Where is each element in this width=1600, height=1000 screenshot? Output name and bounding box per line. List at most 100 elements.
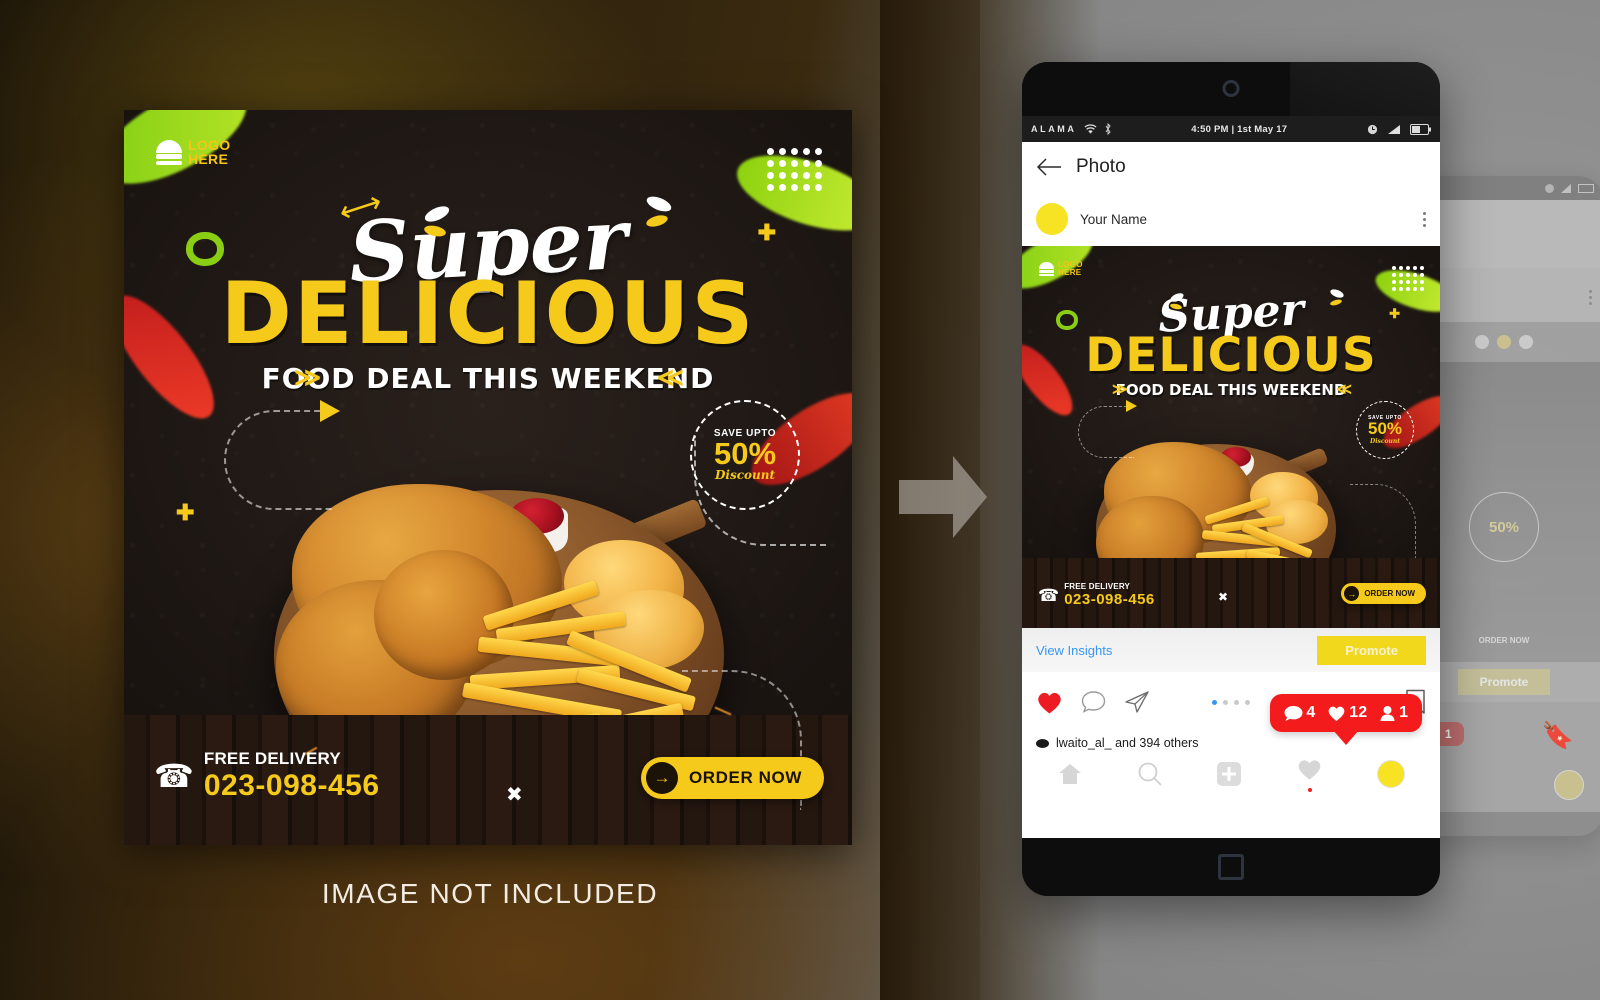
home-icon[interactable] bbox=[1057, 762, 1083, 786]
phone-screen: ALAMA 4:50 PM | 1st May 17 Photo Your Na… bbox=[1022, 116, 1440, 838]
followers-stat: 1 bbox=[1379, 704, 1408, 722]
order-now-label: ORDER NOW bbox=[1364, 589, 1415, 598]
promote-button[interactable]: Promote bbox=[1317, 635, 1426, 665]
status-bar: ALAMA 4:50 PM | 1st May 17 bbox=[1022, 116, 1440, 142]
ghost-profile-avatar bbox=[1554, 770, 1584, 800]
post-actions-row: 4 12 1 bbox=[1022, 672, 1440, 745]
plus-decor: ✚ bbox=[176, 500, 195, 525]
followers-count: 1 bbox=[1399, 704, 1408, 721]
sparkle-decor: ✖ bbox=[1218, 590, 1229, 604]
carrier-label: ALAMA bbox=[1031, 124, 1077, 134]
comments-count: 4 bbox=[1306, 704, 1316, 721]
dash-decor-left: ≫ bbox=[1112, 381, 1128, 398]
swirl-dash-decor bbox=[1078, 406, 1134, 458]
plus-decor: ✚ bbox=[1389, 306, 1400, 321]
ghost-order-now-button: ORDER NOW bbox=[1464, 631, 1544, 650]
swirl-dash-decor bbox=[1350, 484, 1416, 558]
free-delivery-label: FREE DELIVERY bbox=[1064, 582, 1131, 591]
plus-decor: ✚ bbox=[757, 220, 776, 245]
heart-filled-icon[interactable] bbox=[1036, 690, 1063, 715]
sparkle-decor: ✖ bbox=[506, 784, 523, 806]
burger-icon bbox=[1039, 262, 1054, 277]
send-paper-plane-icon[interactable] bbox=[1124, 690, 1150, 714]
poster-artwork-small[interactable]: LOGO HERE Super DELICIOUS FOOD DEAL THIS… bbox=[1022, 246, 1440, 628]
liked-by-caption: lwaito_al_ and 394 others bbox=[1022, 732, 1440, 750]
activity-unread-dot bbox=[1307, 787, 1312, 792]
dash-decor-left: ≫ bbox=[294, 362, 322, 392]
carousel-dots bbox=[1212, 699, 1250, 705]
ghost-alarm-icon bbox=[1545, 183, 1554, 193]
comment-bubble-icon[interactable] bbox=[1081, 690, 1106, 714]
order-now-button-small[interactable]: → ORDER NOW bbox=[1341, 583, 1426, 604]
swirl-dash-decor bbox=[224, 410, 334, 510]
page-title: Photo bbox=[1076, 156, 1126, 177]
engagement-notification-badge: 4 12 1 bbox=[1270, 694, 1422, 745]
liked-by-text: lwaito_al_ and 394 others bbox=[1056, 736, 1199, 750]
splash-decor-right bbox=[1329, 287, 1345, 307]
search-icon[interactable] bbox=[1137, 761, 1163, 787]
poster-logo: LOGO HERE bbox=[156, 138, 230, 167]
arrow-right-icon: → bbox=[645, 762, 678, 794]
poster-headline-main-small: DELICIOUS bbox=[1085, 328, 1377, 383]
ghost-battery-icon bbox=[1578, 183, 1594, 193]
free-delivery-number: 023-098-456 bbox=[203, 769, 380, 802]
transition-arrow bbox=[899, 456, 987, 538]
view-insights-link[interactable]: View Insights bbox=[1036, 643, 1112, 658]
avatar[interactable] bbox=[1036, 203, 1068, 235]
facebook-icon bbox=[1475, 335, 1489, 349]
order-now-label: ORDER NOW bbox=[688, 768, 802, 787]
ghost-bookmark-icon: 🔖 bbox=[1541, 720, 1574, 750]
app-bar: Photo bbox=[1022, 142, 1440, 192]
ghost-discount-badge: 50% bbox=[1469, 492, 1539, 562]
comments-stat: 4 bbox=[1284, 704, 1315, 722]
whatsapp-icon bbox=[1519, 335, 1533, 349]
signal-bars-icon bbox=[1388, 124, 1400, 134]
kebab-menu-icon[interactable] bbox=[1423, 211, 1426, 227]
logo-line-1: LOGO bbox=[188, 137, 231, 153]
liker-avatar-icon bbox=[1036, 738, 1049, 748]
poster-subheadline-small: FOOD DEAL THIS WEEKEND bbox=[1115, 381, 1347, 399]
back-arrow-icon[interactable] bbox=[1036, 158, 1062, 176]
notification-pointer bbox=[1333, 730, 1360, 745]
likes-count: 12 bbox=[1349, 704, 1368, 721]
phone-ringing-icon: ☎ bbox=[1038, 585, 1060, 605]
burger-icon bbox=[156, 139, 182, 165]
poster-subheadline: FOOD DEAL THIS WEEKEND bbox=[261, 362, 715, 395]
arrow-right-icon: → bbox=[1344, 586, 1360, 601]
logo-line-2: HERE bbox=[1058, 268, 1082, 278]
heart-outline-icon bbox=[1298, 759, 1321, 779]
dash-decor-right: ≪ bbox=[1336, 381, 1352, 398]
post-header: Your Name bbox=[1022, 192, 1440, 246]
triangle-arrow-decor bbox=[1126, 400, 1137, 412]
person-icon bbox=[1380, 705, 1395, 721]
poster-headline-main: DELICIOUS bbox=[220, 264, 756, 364]
image-not-included-caption: IMAGE NOT INCLUDED bbox=[321, 878, 659, 909]
user-name: Your Name bbox=[1080, 211, 1148, 227]
phone-mockup: ALAMA 4:50 PM | 1st May 17 Photo Your Na… bbox=[1022, 62, 1440, 896]
wifi-icon bbox=[1084, 124, 1096, 134]
bottom-navigation bbox=[1022, 750, 1440, 798]
splash-decor-right bbox=[644, 193, 674, 229]
comment-bubble-icon bbox=[1284, 705, 1303, 721]
ghost-promote-button: Promote bbox=[1457, 669, 1551, 695]
phone-ringing-icon: ☎ bbox=[154, 758, 194, 794]
bluetooth-icon bbox=[1105, 123, 1111, 135]
activity-nav-item[interactable] bbox=[1296, 757, 1323, 792]
discount-badge-small: SAVE UPTO 50% Discount bbox=[1356, 401, 1414, 459]
likes-stat: 12 bbox=[1327, 704, 1367, 722]
triangle-arrow-decor bbox=[320, 400, 340, 422]
profile-avatar-icon[interactable] bbox=[1377, 760, 1406, 788]
free-delivery-number: 023-098-456 bbox=[1064, 591, 1155, 608]
ghost-kebab-icon bbox=[1589, 290, 1592, 305]
logo-line-2: HERE bbox=[188, 151, 229, 168]
phone-bottom-bezel bbox=[1022, 838, 1440, 896]
square-home-button-icon[interactable] bbox=[1218, 854, 1244, 880]
dash-decor-right: ≪ bbox=[656, 362, 684, 392]
poster-artwork-large: LOGO HERE ⟷ Super DELICIOUS FOOD DEAL TH… bbox=[124, 110, 852, 845]
order-now-button[interactable]: → ORDER NOW bbox=[640, 757, 824, 799]
add-plus-icon[interactable] bbox=[1216, 761, 1242, 787]
poster-logo-small: LOGO HERE bbox=[1039, 260, 1083, 278]
alarm-clock-icon bbox=[1367, 124, 1378, 134]
free-delivery-block: ☎ FREE DELIVERY 023-098-456 bbox=[154, 749, 380, 803]
front-camera-icon bbox=[1222, 80, 1240, 97]
